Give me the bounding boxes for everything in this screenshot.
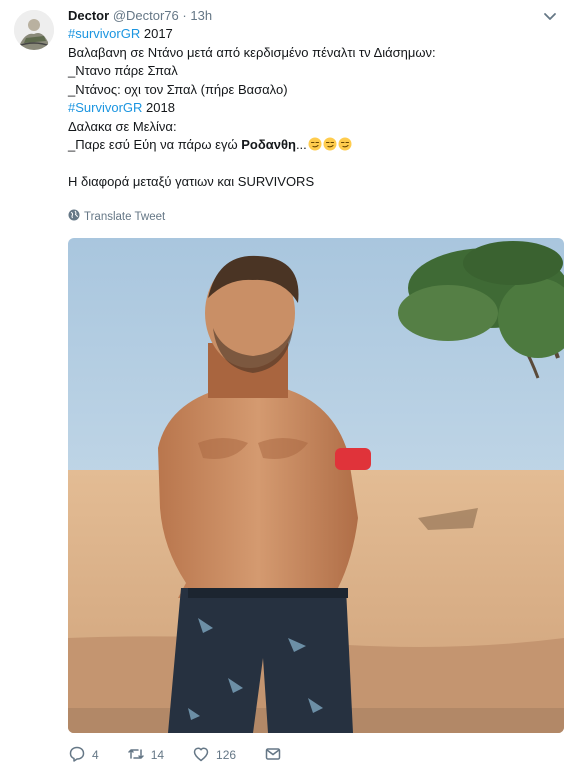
like-button[interactable]: 126 — [192, 745, 236, 766]
tweet-bold-text: Ροδανθη — [241, 137, 296, 152]
reply-button[interactable]: 4 — [68, 745, 99, 766]
tweet-text: #survivorGR 2017 Βαλαβανη σε Ντάνο μετά … — [68, 25, 558, 192]
tweet-line: _Ντανο πάρε Σπαλ — [68, 63, 178, 78]
tweet-photo[interactable] — [68, 238, 564, 733]
smirk-emoji-icon — [308, 137, 322, 151]
retweet-count: 14 — [150, 748, 165, 762]
hashtag-link[interactable]: #SurvivorGR — [68, 100, 142, 115]
smirk-emoji-icon — [338, 137, 352, 151]
author-handle[interactable]: @Dector76 — [113, 8, 179, 23]
message-icon — [264, 745, 282, 766]
translate-tweet-link[interactable]: Translate Tweet — [68, 209, 165, 224]
tweet-text-segment: 2017 — [140, 26, 173, 41]
separator-dot: · — [182, 8, 187, 23]
tweet-time[interactable]: 13h — [190, 8, 212, 23]
like-count: 126 — [216, 748, 237, 762]
author-name[interactable]: Dector — [68, 8, 109, 23]
globe-icon — [68, 209, 80, 224]
tweet-header: Dector @Dector76 · 13h — [68, 7, 212, 25]
tweet-line: Βαλαβανη σε Ντάνο μετά από κερδισμένο πέ… — [68, 44, 436, 60]
tweet-line: #survivorGR 2017 — [68, 25, 558, 44]
reply-icon — [68, 745, 86, 766]
tweet-line: Δαλακα σε Μελίνα: — [68, 118, 177, 134]
translate-label: Translate Tweet — [84, 210, 166, 223]
tweet-text-segment: ... — [295, 137, 307, 152]
tweet: Dector @Dector76 · 13h #survivorGR 2017 … — [0, 0, 572, 768]
tweet-actions: 4 14 126 — [68, 745, 310, 765]
retweet-icon — [127, 745, 145, 766]
tweet-line: _Παρε εσύ Εύη να πάρω εγώ Ροδανθη... — [68, 136, 558, 155]
like-icon — [192, 745, 210, 766]
tweet-line: #SurvivorGR 2018 — [68, 99, 558, 118]
smirk-emoji-icon — [323, 137, 337, 151]
reply-count: 4 — [92, 748, 99, 762]
tweet-line: Η διαφορά μεταξύ γατιων και SURVIVORS — [68, 174, 315, 189]
avatar[interactable] — [14, 10, 54, 50]
direct-message-button[interactable] — [264, 745, 282, 766]
chevron-down-icon[interactable] — [542, 8, 558, 24]
hashtag-link[interactable]: #survivorGR — [68, 26, 140, 41]
retweet-button[interactable]: 14 — [127, 745, 164, 766]
tweet-text-segment: _Παρε εσύ Εύη να πάρω εγώ — [68, 137, 242, 152]
tweet-line: _Ντάνος: οχι τον Σπαλ (πήρε Βασαλο) — [68, 81, 288, 97]
tweet-text-segment: 2018 — [142, 100, 175, 115]
